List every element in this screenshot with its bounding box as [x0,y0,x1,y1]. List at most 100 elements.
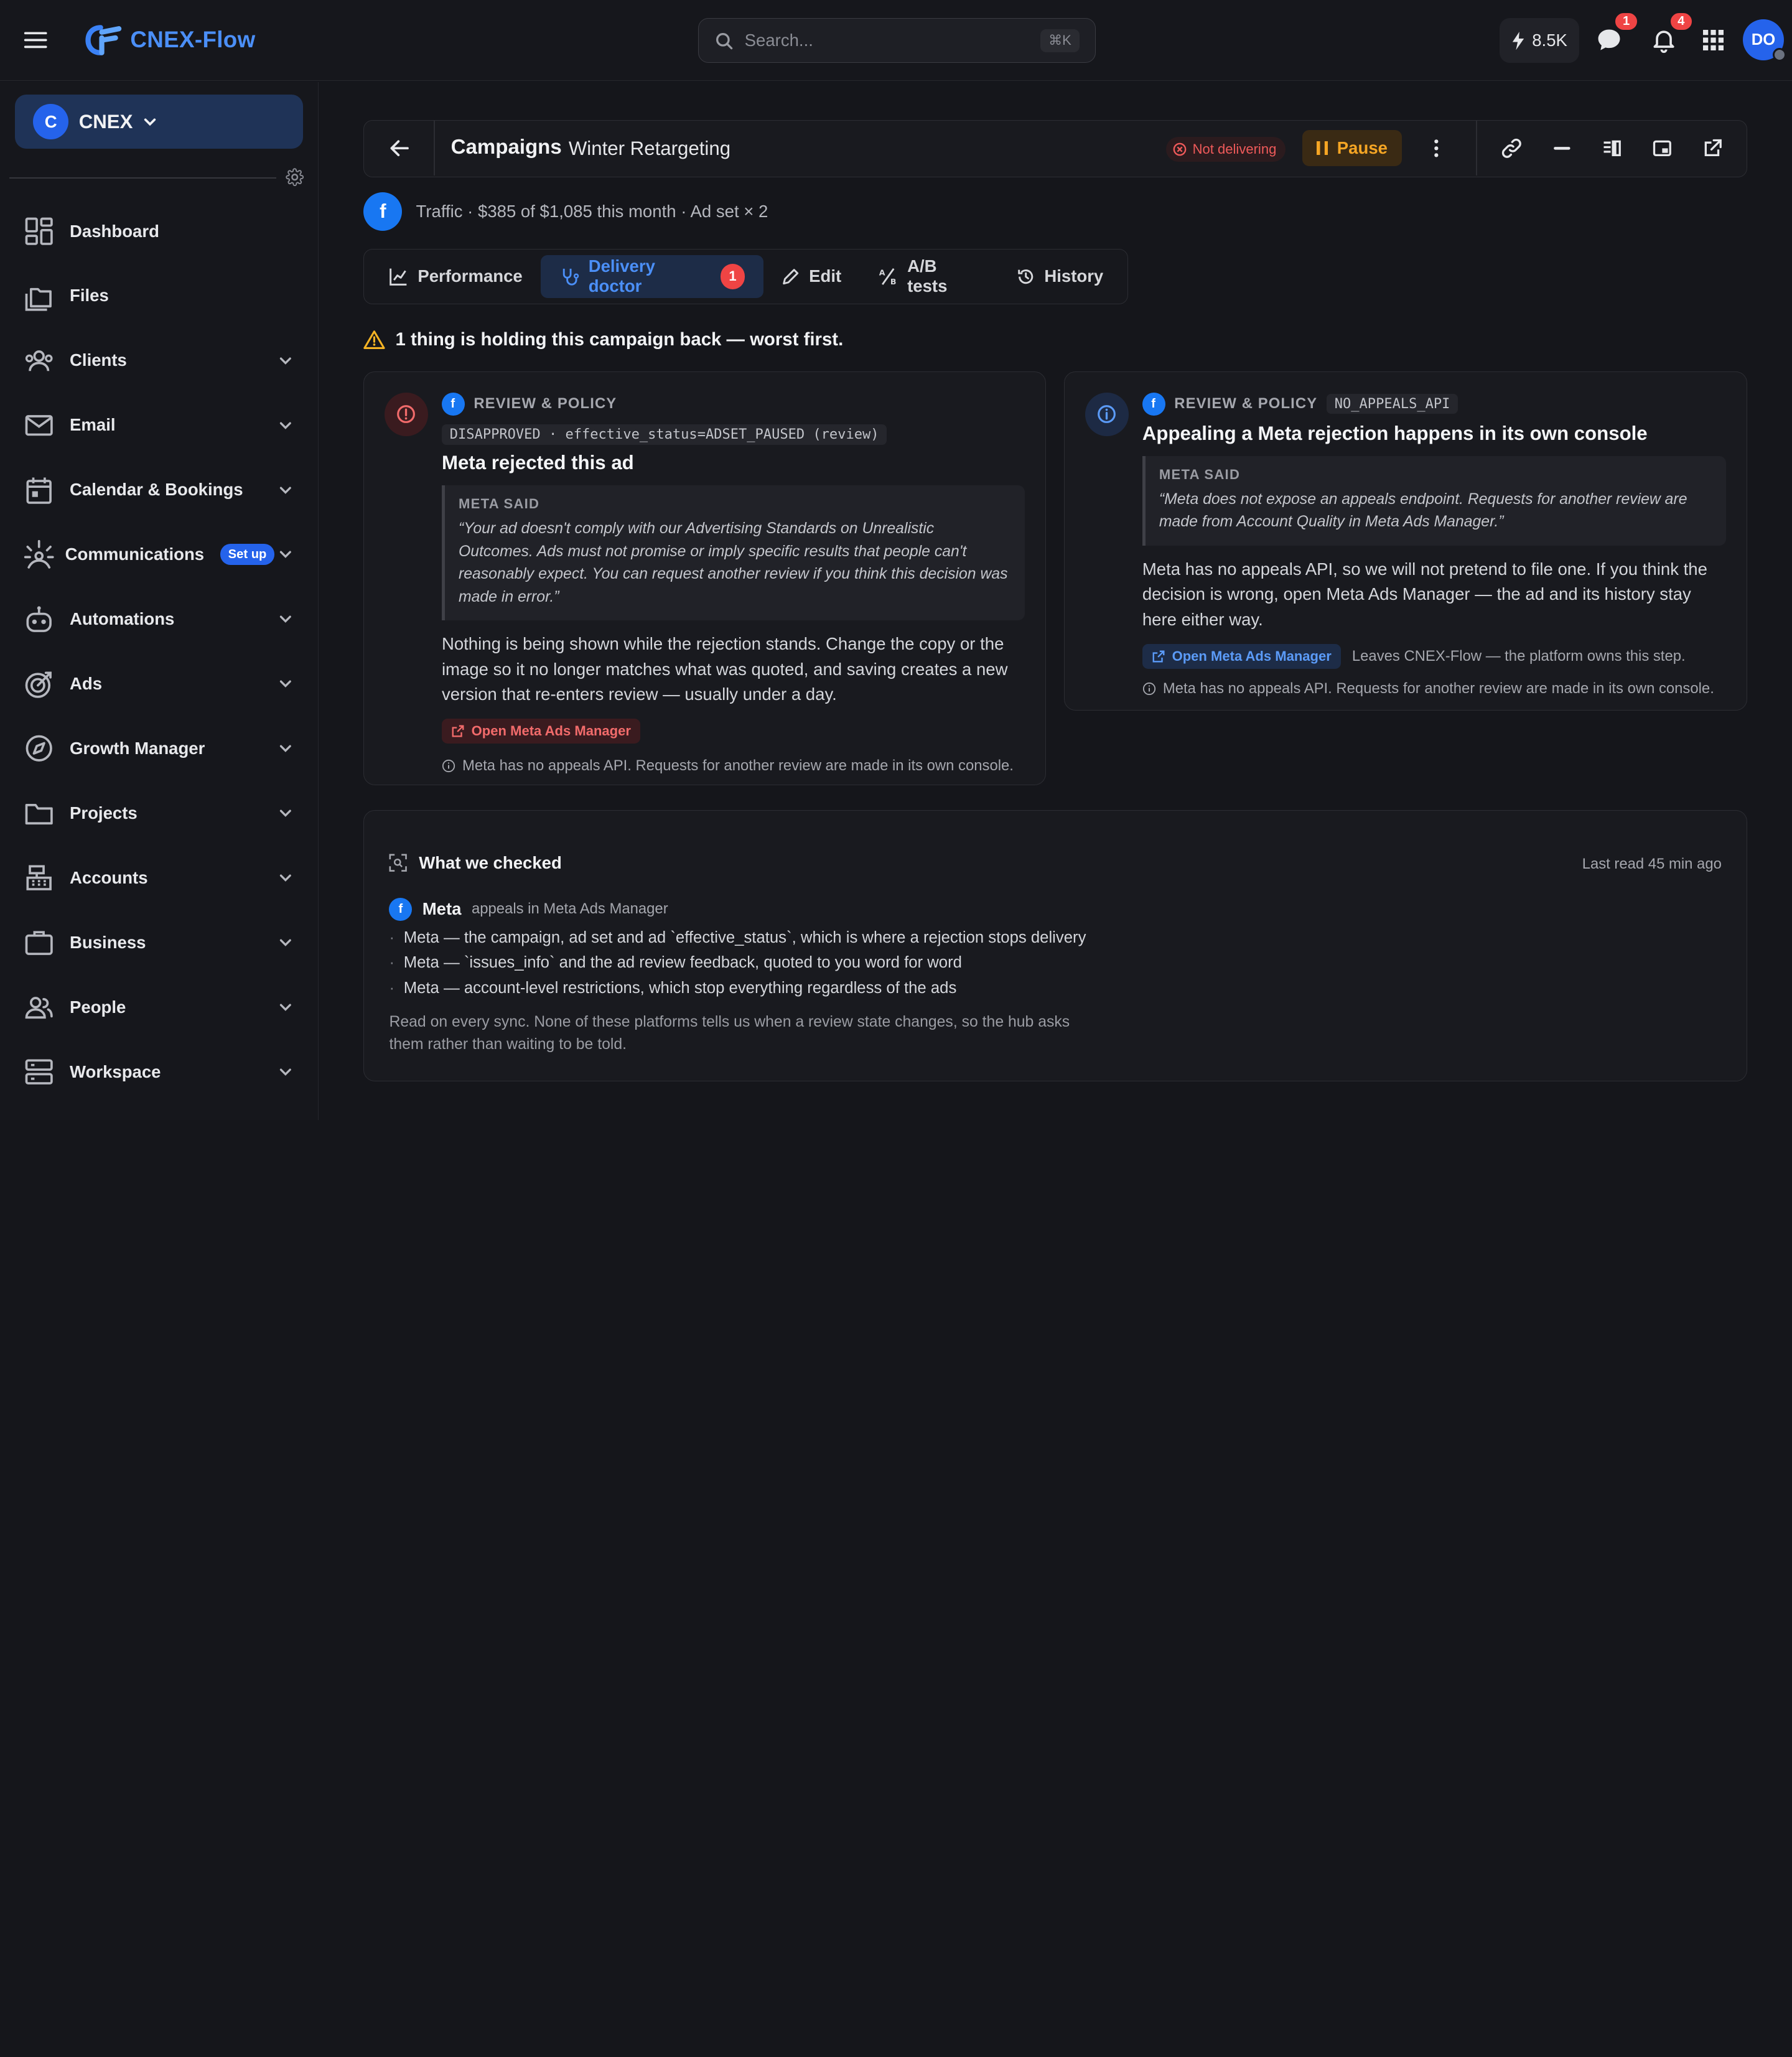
external-link-icon [1152,650,1165,663]
sidebar-item-people[interactable]: People [0,975,319,1040]
logo-icon [85,24,122,55]
tab-label: A/B tests [907,256,948,296]
open-external-button[interactable] [1701,137,1724,160]
sidebar-item-email[interactable]: Email [0,393,319,457]
gear-icon[interactable] [286,168,304,187]
sidebar-item-label: People [70,997,126,1017]
sidebar-nav: Dashboard Files Clients Email Calendar &… [0,199,319,1104]
pencil-icon [783,268,799,284]
sidebar-item-communications[interactable]: Communications Set up [0,522,319,587]
menu-icon[interactable] [23,29,48,52]
issue-card-no-appeals: f REVIEW & POLICY NO_APPEALS_API Appeali… [1063,371,1748,711]
credits-button[interactable]: 8.5K [1499,18,1580,63]
app-root: CNEX-Flow ⌘K 8.5K 1 4 DO [0,0,1792,1120]
pause-button[interactable]: Pause [1302,129,1402,167]
sidebar-item-clients[interactable]: Clients [0,328,319,393]
tab-count-badge: 1 [720,264,745,289]
back-button[interactable] [387,136,412,161]
sidebar-item-label: Ads [70,674,103,694]
app-logo[interactable]: CNEX-Flow [85,23,256,57]
tab-delivery-doctor[interactable]: Delivery doctor 1 [541,254,763,299]
top-bar: CNEX-Flow ⌘K 8.5K 1 4 DO [0,0,1792,82]
users-icon [25,350,53,371]
sidebar-item-accounts[interactable]: Accounts [0,846,319,910]
sidebar-item-files[interactable]: Files [0,264,319,329]
issue-note: Meta has no appeals API. Requests for an… [1142,680,1726,697]
notifications-button[interactable]: 4 [1650,11,1694,56]
chevron-down-icon [280,1004,292,1011]
sidebar-item-projects[interactable]: Projects [0,781,319,846]
picture-in-picture-button[interactable] [1651,137,1674,160]
action-note: Leaves CNEX-Flow — the platform owns thi… [1351,647,1686,665]
sidebar-item-label: Workspace [70,1061,161,1081]
split-view-button[interactable] [1600,137,1623,160]
campaign-tabs: Performance Delivery doctor 1 Edit AB A/… [363,249,1128,304]
list-item: · Meta — `issues_info` and the ad review … [389,950,1086,975]
search-input[interactable] [744,30,1041,51]
list-item-text: Meta — `issues_info` and the ad review f… [403,954,962,972]
chevron-down-icon [280,551,292,559]
global-search[interactable]: ⌘K [698,18,1096,63]
ab-test-icon: AB [879,268,897,286]
chart-line-icon [389,268,406,286]
list-item-text: Meta — account-level restrictions, which… [403,979,957,997]
sidebar-item-label: Files [70,286,109,306]
breadcrumb-parent[interactable]: Campaigns [451,136,562,159]
sidebar-item-label: Clients [70,350,127,370]
tab-history[interactable]: History [999,255,1122,299]
credits-value: 8.5K [1532,30,1567,50]
calendar-icon [26,477,52,504]
server-icon [25,1059,53,1085]
sidebar-item-calendar[interactable]: Calendar & Bookings [0,457,319,522]
sidebar-item-growth-manager[interactable]: Growth Manager [0,716,319,781]
copy-link-button[interactable] [1500,137,1523,160]
sidebar-item-automations[interactable]: Automations [0,587,319,651]
issue-summary: 1 thing is holding this campaign back — … [363,329,843,350]
pause-icon [1316,141,1328,155]
facebook-icon: f [389,897,413,921]
facebook-icon: f [441,392,465,416]
tab-label: Edit [809,266,842,286]
minimize-button[interactable] [1551,137,1574,160]
note-text: Meta has no appeals API. Requests for an… [462,757,1014,775]
tab-label: Delivery doctor [588,256,655,296]
issue-code: DISAPPROVED · effective_status=ADSET_PAU… [441,424,887,445]
people-icon [25,997,53,1019]
apps-grid-button[interactable] [1702,29,1733,60]
sidebar-item-business[interactable]: Business [0,910,319,975]
tab-ab-tests[interactable]: AB A/B tests [860,255,999,299]
status-text: Not delivering [1192,141,1277,157]
header-divider [1476,120,1477,175]
sidebar-item-ads[interactable]: Ads [0,651,319,716]
mail-icon [25,414,53,436]
campaign-header: Campaigns Winter Retargeting Not deliver… [363,119,1748,177]
app-name: CNEX-Flow [130,27,256,53]
lightning-icon [1513,31,1524,50]
platform-quote: META SAID “Meta does not expose an appea… [1142,456,1727,546]
issue-card-disapproved: f REVIEW & POLICY DISAPPROVED · effectiv… [363,371,1046,785]
sidebar-item-dashboard[interactable]: Dashboard [0,199,319,264]
user-avatar[interactable]: DO [1742,19,1786,62]
sidebar-item-workspace[interactable]: Workspace [0,1040,319,1104]
info-icon [1085,392,1129,436]
dashboard-icon [25,217,53,245]
action-label: Open Meta Ads Manager [471,723,631,739]
open-meta-ads-manager-button[interactable]: Open Meta Ads Manager [1142,643,1341,669]
open-meta-ads-manager-button[interactable]: Open Meta Ads Manager [441,719,640,744]
quote-heading: META SAID [1159,466,1241,482]
svg-text:A: A [879,268,885,278]
tab-edit[interactable]: Edit [763,255,860,299]
header-divider [434,120,435,175]
more-options-button[interactable] [1425,137,1448,160]
quote-heading: META SAID [458,495,540,511]
register-icon [26,865,52,891]
tab-performance[interactable]: Performance [370,255,541,299]
issue-category: f REVIEW & POLICY [441,392,1025,416]
org-switcher[interactable]: C CNEX [14,95,303,149]
sidebar-item-label: Business [70,933,146,953]
notifications-badge: 4 [1668,11,1694,32]
campaign-summary: f Traffic · $385 of $1,085 this month · … [363,192,768,231]
external-link-icon [452,725,464,737]
sidebar-divider [9,177,277,179]
messages-button[interactable]: 1 [1595,11,1639,56]
